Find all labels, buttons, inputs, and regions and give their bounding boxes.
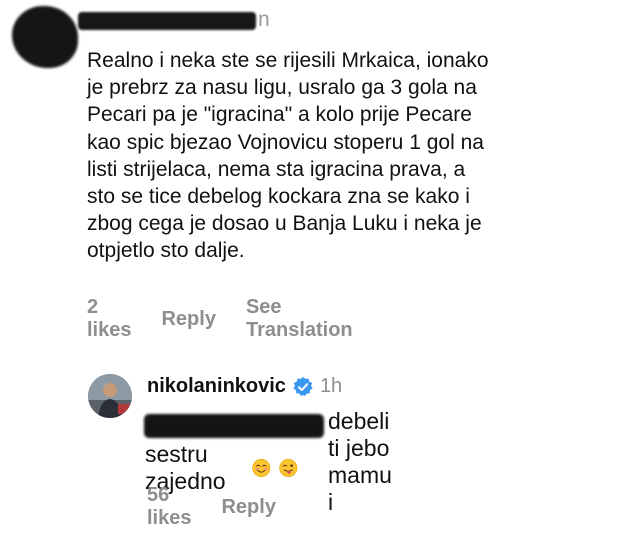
reply-reply-button[interactable]: Reply — [221, 496, 275, 519]
comment-actions: 2 likes Reply See Translation — [87, 296, 383, 342]
username-suffix: n — [258, 8, 270, 31]
avatar-image — [88, 374, 132, 418]
redacted-username[interactable] — [78, 12, 256, 30]
redacted-mention[interactable] — [144, 414, 324, 438]
reply-button[interactable]: Reply — [161, 308, 215, 331]
reply-text-line-1: debeli ti jebo mamu i — [328, 408, 392, 515]
reply-likes-count[interactable]: 56 likes — [147, 484, 191, 530]
reply-username[interactable]: nikolaninkovic — [147, 375, 286, 398]
see-translation-link[interactable]: See Translation — [246, 296, 353, 342]
comment-text: Realno i neka ste se rijesili Mrkaica, i… — [87, 49, 489, 263]
reply-header: nikolaninkovic 1h — [147, 375, 342, 398]
redacted-avatar[interactable] — [12, 6, 78, 68]
reply-timestamp: 1h — [319, 375, 343, 397]
avatar[interactable] — [88, 374, 132, 418]
reply-actions: 56 likes Reply — [147, 484, 306, 530]
smiling-blush-emoji-icon — [252, 459, 271, 477]
verified-badge-icon — [293, 376, 313, 396]
winking-tongue-emoji-icon — [279, 459, 298, 477]
likes-count[interactable]: 2 likes — [87, 296, 131, 342]
